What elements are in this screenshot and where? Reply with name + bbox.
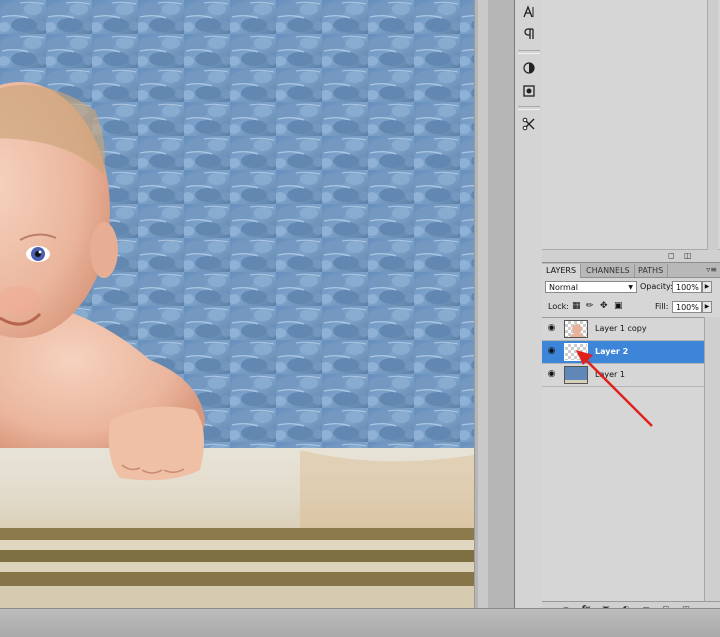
layer-name: Layer 1 copy <box>595 324 647 333</box>
layer-thumbnail <box>564 320 588 338</box>
tool-divider <box>518 50 540 54</box>
fill-label: Fill: <box>655 302 669 311</box>
blend-mode-value: Normal <box>549 283 578 292</box>
panel-icon-strip <box>514 0 544 610</box>
canvas-scroll-thumb[interactable] <box>478 0 488 608</box>
panel-menu-icon[interactable]: ▿≡ <box>706 264 717 276</box>
upper-panel-footer: ◻ ◫ <box>542 249 720 262</box>
tool-divider <box>518 106 540 110</box>
red-arrow-annotation <box>576 350 653 427</box>
canvas-vertical-scrollbar[interactable] <box>474 0 515 608</box>
eye-icon[interactable]: ◉ <box>545 345 558 358</box>
character-icon[interactable] <box>519 2 539 22</box>
upper-panel: ◻ ◫ <box>542 0 720 263</box>
new-item-icon[interactable]: ◻ <box>668 251 675 260</box>
clone-source-icon[interactable] <box>519 81 539 101</box>
bottom-status-bar <box>0 608 720 637</box>
layer-row-layer-1-copy[interactable]: ◉ Layer 1 copy <box>542 318 704 341</box>
brush-preset-icon[interactable] <box>519 58 539 78</box>
lock-position-icon[interactable]: ✥ <box>600 301 608 311</box>
eye-icon[interactable]: ◉ <box>545 368 558 381</box>
eye-icon[interactable]: ◉ <box>545 322 558 335</box>
chevron-down-icon: ▼ <box>628 284 633 291</box>
lock-label: Lock: <box>548 302 569 311</box>
layer-list-scrollbar[interactable] <box>704 317 720 601</box>
lock-transparency-icon[interactable]: ▦ <box>572 301 581 311</box>
tab-layers[interactable]: LAYERS <box>542 264 582 278</box>
tool-preset-icon[interactable] <box>519 114 539 134</box>
paragraph-icon[interactable] <box>519 24 539 44</box>
upper-panel-scrollbar[interactable] <box>707 0 718 250</box>
lock-row: Lock: ▦ ✏ ✥ ▣ Fill: 100% ▶ <box>542 301 720 315</box>
composite-photo <box>0 0 474 608</box>
opacity-slider-button[interactable]: ▶ <box>702 281 712 293</box>
lock-all-icon[interactable]: ▣ <box>614 301 623 311</box>
opacity-input[interactable]: 100% <box>672 281 702 293</box>
tab-paths[interactable]: PATHS <box>634 264 669 277</box>
blend-mode-select[interactable]: Normal ▼ <box>545 281 637 293</box>
fill-input[interactable]: 100% <box>672 301 702 313</box>
document-image[interactable] <box>0 0 474 608</box>
right-panel-column: ◻ ◫ LAYERS CHANNELS PATHS ▿≡ Normal ▼ Op… <box>542 0 720 616</box>
lock-image-icon[interactable]: ✏ <box>586 301 594 311</box>
fill-slider-button[interactable]: ▶ <box>702 301 712 313</box>
panel-tabs: LAYERS CHANNELS PATHS ▿≡ <box>542 263 720 278</box>
document-canvas-area[interactable] <box>0 0 515 636</box>
blend-row: Normal ▼ Opacity: 100% ▶ <box>542 281 720 295</box>
tab-channels[interactable]: CHANNELS <box>582 264 635 277</box>
trash-icon[interactable]: ◫ <box>684 251 692 260</box>
opacity-label: Opacity: <box>640 282 673 291</box>
layers-panel: LAYERS CHANNELS PATHS ▿≡ Normal ▼ Opacit… <box>542 263 720 616</box>
